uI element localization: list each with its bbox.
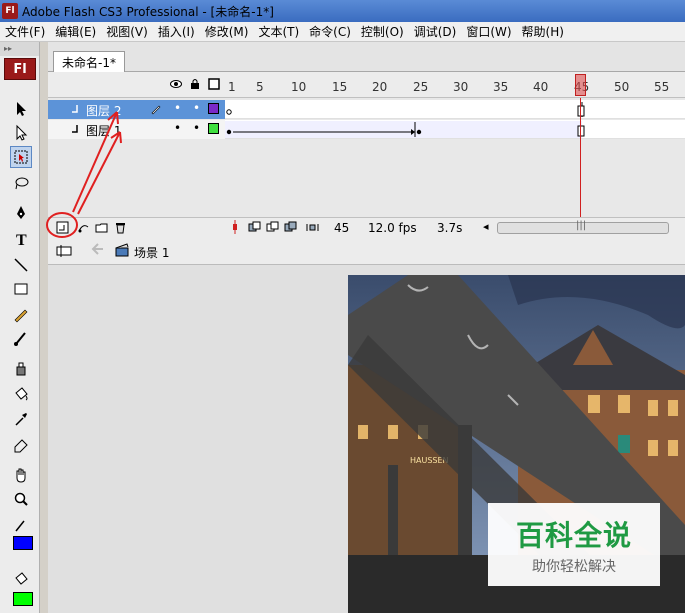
visibility-dot[interactable]: • bbox=[174, 121, 181, 135]
tick-label: 5 bbox=[256, 80, 264, 94]
tick-label: 55 bbox=[654, 80, 670, 94]
playhead-indicator-icon bbox=[231, 220, 239, 237]
hand-tool-icon[interactable] bbox=[10, 464, 32, 486]
watermark-sub: 助你轻松解决 bbox=[532, 558, 616, 575]
tick-label: 50 bbox=[614, 80, 630, 94]
layer-row-2[interactable]: 图层 2 • • bbox=[48, 100, 225, 119]
layer-color-swatch[interactable] bbox=[208, 123, 219, 134]
menu-insert[interactable]: 插入(I) bbox=[153, 23, 200, 40]
layer-name[interactable]: 图层 1 bbox=[86, 122, 121, 139]
scene-bar: 场景 1 bbox=[48, 237, 685, 265]
tick-label: 40 bbox=[533, 80, 549, 94]
fill-color-icon[interactable] bbox=[10, 568, 32, 590]
visibility-dot[interactable]: • bbox=[174, 101, 181, 115]
eye-icon[interactable] bbox=[170, 78, 182, 93]
timeline-header: 1 5 10 15 20 25 30 35 40 45 50 55 bbox=[48, 72, 685, 98]
timeline-footer: 45 12.0 fps 3.7s ◂ ||| bbox=[48, 217, 685, 237]
watermark: 百科全说 助你轻松解决 bbox=[488, 503, 660, 586]
timeline-ruler[interactable]: 1 5 10 15 20 25 30 35 40 45 50 55 bbox=[225, 72, 685, 98]
line-tool-icon[interactable] bbox=[10, 254, 32, 276]
layer-color-swatch[interactable] bbox=[208, 103, 219, 114]
back-arrow-icon[interactable] bbox=[90, 242, 104, 259]
menu-modify[interactable]: 修改(M) bbox=[200, 23, 254, 40]
menu-view[interactable]: 视图(V) bbox=[101, 23, 153, 40]
menu-window[interactable]: 窗口(W) bbox=[461, 23, 516, 40]
center-frame-icon[interactable] bbox=[248, 221, 261, 237]
edit-multiple-frames-icon[interactable] bbox=[306, 221, 319, 237]
pen-tool-icon[interactable] bbox=[10, 202, 32, 224]
menu-file[interactable]: 文件(F) bbox=[0, 23, 50, 40]
lock-dot[interactable]: • bbox=[193, 121, 200, 135]
subselection-tool-icon[interactable] bbox=[10, 122, 32, 144]
selection-tool-icon[interactable] bbox=[10, 98, 32, 120]
lasso-tool-icon[interactable] bbox=[10, 172, 32, 194]
layer-icon bbox=[70, 123, 82, 138]
tick-label: 25 bbox=[413, 80, 429, 94]
title-bar: Fl Adobe Flash CS3 Professional - [未命名-1… bbox=[0, 0, 685, 22]
watermark-main: 百科全说 bbox=[515, 518, 632, 552]
lock-dot[interactable]: • bbox=[193, 101, 200, 115]
document-tab-bar: 未命名-1* bbox=[48, 42, 685, 72]
eraser-tool-icon[interactable] bbox=[10, 433, 32, 455]
scrollbar-grip-icon: ||| bbox=[576, 220, 587, 231]
free-transform-tool-icon[interactable] bbox=[10, 146, 32, 168]
onion-skin-outlines-icon[interactable] bbox=[284, 221, 297, 237]
layer-name[interactable]: 图层 2 bbox=[86, 102, 121, 119]
tick-label: 10 bbox=[291, 80, 307, 94]
zoom-tool-icon[interactable] bbox=[10, 488, 32, 510]
stroke-color-swatch[interactable] bbox=[13, 536, 33, 550]
tools-panel: ▸▸ Fl T bbox=[0, 42, 40, 613]
outline-icon[interactable] bbox=[208, 78, 220, 93]
onion-skin-icon[interactable] bbox=[266, 221, 279, 237]
tick-label: 1 bbox=[228, 80, 236, 94]
layer-row-1[interactable]: 图层 1 • • bbox=[48, 120, 225, 139]
text-tool-icon[interactable]: T bbox=[10, 228, 32, 250]
elapsed-time: 3.7s bbox=[437, 221, 463, 235]
timeline-panel: 1 5 10 15 20 25 30 35 40 45 50 55 图层 2 •… bbox=[48, 72, 685, 237]
eyedropper-tool-icon[interactable] bbox=[10, 408, 32, 430]
menu-edit[interactable]: 编辑(E) bbox=[50, 23, 101, 40]
tick-label: 30 bbox=[453, 80, 469, 94]
menu-help[interactable]: 帮助(H) bbox=[517, 23, 569, 40]
tick-label: 35 bbox=[493, 80, 509, 94]
menu-debug[interactable]: 调试(D) bbox=[409, 23, 462, 40]
current-frame: 45 bbox=[334, 221, 350, 235]
add-motion-guide-icon[interactable] bbox=[77, 221, 90, 237]
scene-clapper-icon bbox=[115, 243, 129, 260]
tick-label: 20 bbox=[372, 80, 388, 94]
scene-label[interactable]: 场景 1 bbox=[134, 244, 169, 261]
playhead-marker[interactable] bbox=[575, 74, 586, 96]
insert-layer-icon[interactable] bbox=[56, 221, 69, 237]
menu-bar: 文件(F) 编辑(E) 视图(V) 插入(I) 修改(M) 文本(T) 命令(C… bbox=[0, 22, 685, 42]
scroll-left-arrow-icon[interactable]: ◂ bbox=[483, 220, 489, 233]
flash-logo: Fl bbox=[4, 58, 36, 80]
app-icon: Fl bbox=[2, 3, 18, 19]
timeline-scrollbar[interactable]: ||| bbox=[497, 220, 669, 234]
playhead-line bbox=[580, 98, 581, 217]
rectangle-tool-icon[interactable] bbox=[10, 278, 32, 300]
window-title: Adobe Flash CS3 Professional - [未命名-1*] bbox=[22, 4, 274, 19]
fill-color-swatch[interactable] bbox=[13, 592, 33, 606]
panel-grip-icon[interactable]: ▸▸ bbox=[0, 42, 39, 56]
frame-rate: 12.0 fps bbox=[368, 221, 417, 235]
delete-layer-icon[interactable] bbox=[114, 221, 127, 237]
frames-row-2[interactable] bbox=[225, 100, 685, 119]
pencil-icon bbox=[150, 103, 162, 118]
svg-text:T: T bbox=[16, 232, 27, 248]
timeline-toggle-icon[interactable] bbox=[56, 243, 72, 262]
tick-label: 15 bbox=[332, 80, 348, 94]
pencil-tool-icon[interactable] bbox=[10, 303, 32, 325]
layer-icon bbox=[70, 103, 82, 118]
menu-commands[interactable]: 命令(C) bbox=[304, 23, 356, 40]
stroke-color-icon[interactable] bbox=[10, 514, 32, 536]
menu-control[interactable]: 控制(O) bbox=[356, 23, 409, 40]
document-tab[interactable]: 未命名-1* bbox=[53, 51, 125, 72]
brush-tool-icon[interactable] bbox=[10, 327, 32, 349]
menu-text[interactable]: 文本(T) bbox=[253, 23, 304, 40]
frames-row-1[interactable] bbox=[225, 120, 685, 139]
ink-bottle-tool-icon[interactable] bbox=[10, 358, 32, 380]
lock-icon[interactable] bbox=[190, 78, 200, 93]
paint-bucket-tool-icon[interactable] bbox=[10, 383, 32, 405]
insert-folder-icon[interactable] bbox=[95, 221, 108, 237]
